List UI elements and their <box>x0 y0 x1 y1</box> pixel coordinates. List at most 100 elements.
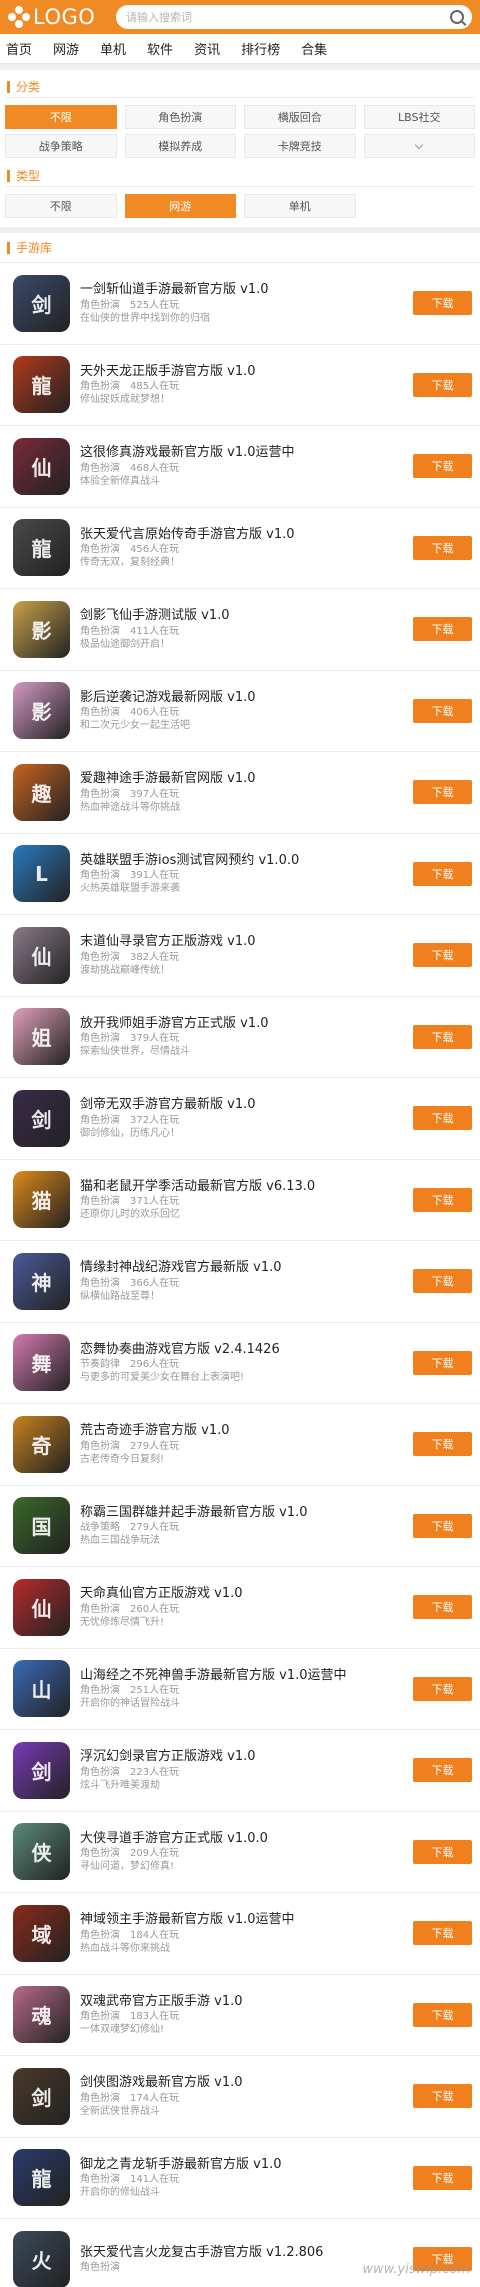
category-chip-simulation[interactable]: 模拟养成 <box>124 134 236 158</box>
type-chip-all[interactable]: 不限 <box>5 194 117 218</box>
nav-item-home[interactable]: 首页 <box>6 39 32 58</box>
game-name[interactable]: 剑侠图游戏最新官方版 v1.0 <box>80 2074 405 2091</box>
category-expand-button[interactable] <box>363 134 475 158</box>
game-name[interactable]: 御龙之青龙斩手游最新官方版 v1.0 <box>80 2156 405 2173</box>
game-icon[interactable]: 剑 <box>13 274 70 332</box>
game-name[interactable]: 浮沉幻剑录官方正版游戏 v1.0 <box>80 1748 405 1765</box>
download-button[interactable]: 下载 <box>413 2002 472 2027</box>
download-button[interactable]: 下载 <box>413 1839 472 1864</box>
category-chip-strategy[interactable]: 战争策略 <box>5 134 117 158</box>
download-button[interactable]: 下载 <box>413 2084 472 2109</box>
nav-item-online-games[interactable]: 网游 <box>53 39 79 58</box>
game-name[interactable]: 荒古奇迹手游官方版 v1.0 <box>80 1422 405 1439</box>
game-icon[interactable]: 火 <box>13 2230 70 2287</box>
download-button[interactable]: 下载 <box>413 1758 472 1783</box>
download-button[interactable]: 下载 <box>413 617 472 642</box>
download-button[interactable]: 下载 <box>413 291 472 316</box>
search-icon[interactable] <box>450 10 464 24</box>
category-chip-turn-based[interactable]: 横版回合 <box>244 105 356 129</box>
download-button[interactable]: 下载 <box>413 454 472 479</box>
game-icon[interactable]: 舞 <box>13 1334 70 1392</box>
download-button[interactable]: 下载 <box>413 698 472 723</box>
game-name[interactable]: 一剑斩仙道手游最新官方版 v1.0 <box>80 281 405 298</box>
game-icon[interactable]: 山 <box>13 1660 70 1718</box>
game-icon[interactable]: 猫 <box>13 1171 70 1229</box>
list-item[interactable]: 侠大侠寻道手游官方正式版 v1.0.0 角色扮演 209人在玩 寻仙问道，梦幻修真! 下… <box>0 1812 480 1893</box>
game-icon[interactable]: 龍 <box>13 519 70 577</box>
game-icon[interactable]: 域 <box>13 1904 70 1962</box>
list-item[interactable]: 山山海经之不死神兽手游最新官方版 v1.0运营中 角色扮演 251人在玩 开启你的神话… <box>0 1649 480 1730</box>
game-name[interactable]: 这很修真游戏最新官方版 v1.0运营中 <box>80 444 405 461</box>
game-icon[interactable]: 龍 <box>13 2149 70 2207</box>
game-icon[interactable]: 姐 <box>13 1008 70 1066</box>
download-button[interactable]: 下载 <box>413 1350 472 1375</box>
game-name[interactable]: 双魂武帝官方正版手游 v1.0 <box>80 1993 405 2010</box>
download-button[interactable]: 下载 <box>413 1921 472 1946</box>
game-name[interactable]: 神域领主手游最新官方版 v1.0运营中 <box>80 1911 405 1928</box>
download-button[interactable]: 下载 <box>413 535 472 560</box>
game-icon[interactable]: 魂 <box>13 1986 70 2044</box>
game-icon[interactable]: 龍 <box>13 356 70 414</box>
game-name[interactable]: 天命真仙官方正版游戏 v1.0 <box>80 1585 405 1602</box>
list-item[interactable]: 舞恋舞协奏曲游戏官方版 v2.4.1426 节奏韵律 296人在玩 与更多的可爱美少女… <box>0 1323 480 1404</box>
game-icon[interactable]: 影 <box>13 682 70 740</box>
nav-item-single-games[interactable]: 单机 <box>100 39 126 58</box>
game-name[interactable]: 放开我师姐手游官方正式版 v1.0 <box>80 1015 405 1032</box>
category-chip-card[interactable]: 卡牌竞技 <box>244 134 356 158</box>
game-name[interactable]: 剑帝无双手游官方最新版 v1.0 <box>80 1096 405 1113</box>
download-button[interactable]: 下载 <box>413 1024 472 1049</box>
nav-item-software[interactable]: 软件 <box>147 39 173 58</box>
list-item[interactable]: 仙这很修真游戏最新官方版 v1.0运营中 角色扮演 468人在玩 体验全新修真战斗 下载 <box>0 426 480 508</box>
nav-item-news[interactable]: 资讯 <box>194 39 220 58</box>
download-button[interactable]: 下载 <box>413 780 472 805</box>
category-chip-rpg[interactable]: 角色扮演 <box>124 105 236 129</box>
list-item[interactable]: 龍御龙之青龙斩手游最新官方版 v1.0 角色扮演 141人在玩 开启你的修仙战斗 下载 <box>0 2138 480 2219</box>
list-item[interactable]: 龍天外天龙正版手游官方版 v1.0 角色扮演 485人在玩 修仙捉妖成就梦想！ 下载 <box>0 345 480 426</box>
game-name[interactable]: 恋舞协奏曲游戏官方版 v2.4.1426 <box>80 1341 405 1358</box>
list-item[interactable]: 猫猫和老鼠开学季活动最新官方版 v6.13.0 角色扮演 371人在玩 还原你儿时的欢… <box>0 1160 480 1241</box>
game-icon[interactable]: 剑 <box>13 1089 70 1147</box>
game-icon[interactable]: 奇 <box>13 1415 70 1473</box>
game-name[interactable]: 情缘封神战纪游戏官方最新版 v1.0 <box>80 1259 405 1276</box>
list-item[interactable]: 剑浮沉幻剑录官方正版游戏 v1.0 角色扮演 223人在玩 炫斗飞升唯美渡劫 下载 <box>0 1730 480 1812</box>
download-button[interactable]: 下载 <box>413 1513 472 1538</box>
game-icon[interactable]: 剑 <box>13 1741 70 1799</box>
download-button[interactable]: 下载 <box>413 943 472 968</box>
list-item[interactable]: 影影后逆袭记游戏最新网版 v1.0 角色扮演 406人在玩 和二次元少女一起生活吧 下载 <box>0 671 480 752</box>
download-button[interactable]: 下载 <box>413 1595 472 1620</box>
list-item[interactable]: 神情缘封神战纪游戏官方最新版 v1.0 角色扮演 366人在玩 纵横仙路战至尊！ 下载 <box>0 1241 480 1323</box>
type-chip-online[interactable]: 网游 <box>124 194 236 218</box>
site-logo[interactable]: LOGO <box>8 5 116 29</box>
download-button[interactable]: 下载 <box>413 861 472 886</box>
search-box[interactable]: 请输入搜索词 <box>116 5 472 29</box>
list-item[interactable]: 奇荒古奇迹手游官方版 v1.0 角色扮演 279人在玩 古老传奇今日复刻! 下载 <box>0 1404 480 1486</box>
game-name[interactable]: 猫和老鼠开学季活动最新官方版 v6.13.0 <box>80 1178 405 1195</box>
list-item[interactable]: 仙天命真仙官方正版游戏 v1.0 角色扮演 260人在玩 无忧修炼尽情飞升! 下载 <box>0 1567 480 1649</box>
download-button[interactable]: 下载 <box>413 2165 472 2190</box>
download-button[interactable]: 下载 <box>413 372 472 397</box>
game-icon[interactable]: 侠 <box>13 1823 70 1881</box>
game-name[interactable]: 天外天龙正版手游官方版 v1.0 <box>80 363 405 380</box>
game-icon[interactable]: L <box>13 845 70 903</box>
download-button[interactable]: 下载 <box>413 1106 472 1131</box>
download-button[interactable]: 下载 <box>413 1676 472 1701</box>
game-icon[interactable]: 仙 <box>13 437 70 495</box>
game-icon[interactable]: 仙 <box>13 926 70 984</box>
game-icon[interactable]: 神 <box>13 1252 70 1310</box>
list-item[interactable]: 魂双魂武帝官方正版手游 v1.0 角色扮演 183人在玩 一体双魂梦幻修仙! 下载 <box>0 1975 480 2056</box>
category-chip-all[interactable]: 不限 <box>5 105 117 129</box>
download-button[interactable]: 下载 <box>413 1187 472 1212</box>
list-item[interactable]: 趣爱趣神途手游最新官网版 v1.0 角色扮演 397人在玩 热血神途战斗等你挑战 下载 <box>0 752 480 834</box>
list-item[interactable]: 姐放开我师姐手游官方正式版 v1.0 角色扮演 379人在玩 探索仙侠世界，尽情战斗 下… <box>0 997 480 1078</box>
game-icon[interactable]: 剑 <box>13 2067 70 2125</box>
game-icon[interactable]: 国 <box>13 1497 70 1555</box>
list-item[interactable]: 国称霸三国群雄并起手游最新官方版 v1.0 战争策略 279人在玩 热血三国战争玩法 下… <box>0 1486 480 1567</box>
list-item[interactable]: 剑剑侠图游戏最新官方版 v1.0 角色扮演 174人在玩 全新武侠世界战斗 下载 <box>0 2056 480 2138</box>
list-item[interactable]: 仙末道仙寻录官方正版游戏 v1.0 角色扮演 382人在玩 渡劫挑战巅峰传统！ 下载 <box>0 915 480 997</box>
game-name[interactable]: 英雄联盟手游ios测试官网预约 v1.0.0 <box>80 852 405 869</box>
game-icon[interactable]: 趣 <box>13 763 70 821</box>
search-input[interactable]: 请输入搜索词 <box>126 9 450 25</box>
game-icon[interactable]: 影 <box>13 600 70 658</box>
game-name[interactable]: 山海经之不死神兽手游最新官方版 v1.0运营中 <box>80 1667 405 1684</box>
download-button[interactable]: 下载 <box>413 1269 472 1294</box>
